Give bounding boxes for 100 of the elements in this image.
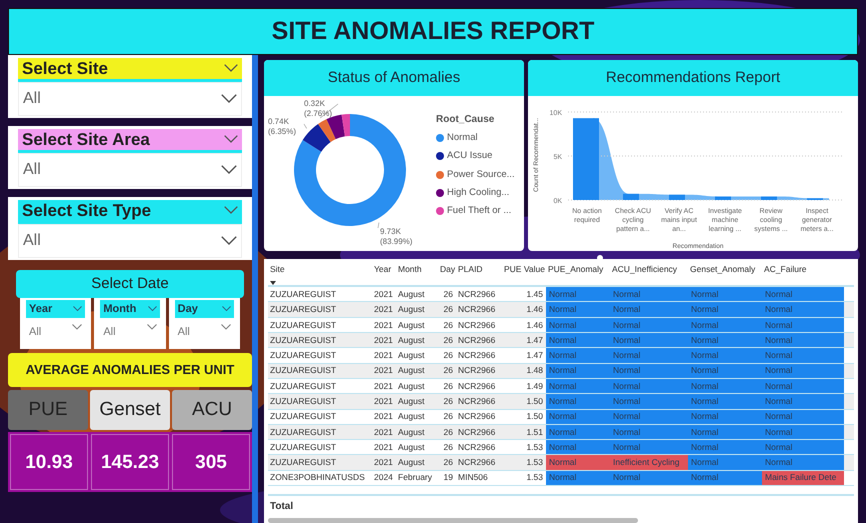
table-cell-text: 2024: [373, 471, 394, 484]
table-cell-text: 26: [442, 334, 454, 347]
status-cell: Normal: [610, 394, 688, 409]
table-cell-text: August: [397, 410, 426, 424]
status-cell: Normal: [688, 470, 762, 485]
chevron-down-icon: [220, 324, 231, 330]
status-cell: Normal: [762, 333, 844, 348]
column-header[interactable]: PLAID: [456, 263, 502, 276]
table-cell-text: 2021: [373, 380, 394, 392]
status-cell: Normal: [546, 394, 610, 409]
data-label: (6.35%): [268, 127, 296, 136]
table-cell-text: ZUZUAREGUIST: [269, 318, 338, 332]
status-cell: Normal: [762, 440, 844, 454]
unit-tile[interactable]: ACU: [172, 390, 252, 430]
card-title: Status of Anomalies: [264, 60, 524, 96]
table-cell-text: 2021: [373, 334, 394, 347]
bar: [761, 196, 777, 200]
table-cell-text: NCR2966: [457, 303, 496, 316]
table-cell-text: 2021: [373, 318, 394, 332]
table-cell-text: August: [397, 318, 426, 332]
status-cell: Inefficient Cycling: [610, 455, 688, 470]
bar: [715, 196, 731, 200]
status-cell: Normal: [762, 394, 844, 409]
metric-value: 305: [172, 434, 250, 490]
column-header[interactable]: Year: [372, 263, 396, 276]
sort-icon: [270, 280, 276, 285]
status-cell: Normal: [610, 410, 688, 424]
status-cell: Normal: [688, 410, 762, 424]
table-cell-text: MIN506: [457, 471, 489, 484]
table-cell-text: February: [397, 471, 434, 484]
status-cell: Normal: [762, 378, 844, 394]
table-cell-text: 1.49: [525, 380, 544, 392]
table-cell-text: NCR2966: [457, 318, 496, 332]
column-header[interactable]: ACU_Inefficiency: [610, 263, 688, 276]
table-cell-text: ZUZUAREGUIST: [269, 440, 338, 454]
table-cell-text: ZUZUAREGUIST: [269, 364, 338, 378]
status-cell: Normal: [688, 333, 762, 348]
dropdown-field[interactable]: All: [18, 153, 242, 187]
table-cell-text: 26: [442, 364, 454, 378]
column-header[interactable]: Day: [438, 263, 456, 276]
column-header[interactable]: PUE_Anomaly: [546, 263, 610, 276]
status-cell: Normal: [546, 455, 610, 470]
chevron-down-icon: [221, 94, 237, 104]
table-cell-text: 1.47: [525, 334, 544, 347]
status-cell: Normal: [762, 424, 844, 440]
table-cell-text: 2021: [373, 426, 394, 438]
column-header[interactable]: Month: [396, 263, 438, 276]
table-cell-text: NCR2966: [457, 410, 496, 424]
chevron-down-icon: [72, 324, 82, 330]
table-cell-text: ZUZUAREGUIST: [269, 426, 338, 438]
dropdown-field[interactable]: All: [18, 224, 242, 258]
table-cell-text: August: [397, 303, 426, 316]
table-cell-text: 1.53: [525, 456, 544, 469]
status-cell: Mains Failure Dete: [762, 470, 844, 485]
dropdown-field[interactable]: All: [100, 318, 160, 340]
column-header[interactable]: AC_Failure: [762, 263, 844, 276]
column-header[interactable]: Genset_Anomaly: [688, 263, 762, 276]
dropdown-field[interactable]: All: [174, 318, 234, 340]
slicer-title: Select Site: [22, 58, 108, 80]
table-cell-text: NCR2966: [457, 426, 496, 438]
unit-tile[interactable]: Genset: [90, 390, 170, 430]
table-cell-text: 1.50: [525, 394, 544, 408]
status-cell: Normal: [762, 410, 844, 424]
slicer-title: Year: [29, 302, 52, 317]
bar: [669, 194, 685, 200]
table-cell-text: NCR2966: [457, 380, 496, 392]
status-cell: Normal: [762, 455, 844, 470]
legend-label: Normal: [447, 131, 478, 145]
column-header[interactable]: Site: [270, 263, 370, 276]
column-header[interactable]: PUE Value: [502, 263, 546, 276]
table-cell-text: 26: [442, 303, 454, 316]
table-cell-text: ZUZUAREGUIST: [269, 456, 338, 469]
dropdown-field[interactable]: All: [26, 318, 86, 340]
table-cell-text: 2021: [373, 288, 394, 301]
status-cell: Normal: [610, 440, 688, 454]
status-cell: Normal: [546, 378, 610, 394]
status-cell: Normal: [546, 333, 610, 348]
status-cell: Normal: [610, 302, 688, 317]
leader-line: [304, 124, 308, 129]
status-cell: Normal: [688, 364, 762, 378]
table-cell-text: ZUZUAREGUIST: [269, 303, 338, 316]
status-cell: Normal: [610, 470, 688, 485]
slicer-title: Select Site Area: [22, 128, 150, 151]
metric-value: 145.23: [91, 434, 169, 490]
table-cell-text: 1.51: [525, 426, 544, 438]
scrollbar-thumb[interactable]: [268, 518, 638, 523]
table-cell-text: 26: [442, 440, 454, 454]
table-cell-text: ZUZUAREGUIST: [269, 394, 338, 408]
legend-label: High Cooling...: [447, 186, 510, 200]
status-cell: Normal: [546, 440, 610, 454]
table-cell-text: NCR2966: [457, 288, 496, 301]
chevron-down-icon: [224, 206, 238, 215]
status-cell: Normal: [546, 348, 610, 363]
status-cell: Normal: [688, 302, 762, 317]
legend-label: ACU Issue: [447, 149, 492, 164]
chevron-down-icon: [221, 236, 237, 246]
chevron-down-icon: [224, 64, 238, 73]
dropdown-field[interactable]: All: [18, 82, 242, 116]
table-cell-text: NCR2966: [457, 349, 496, 362]
slicer-header: Select Date: [16, 270, 244, 298]
